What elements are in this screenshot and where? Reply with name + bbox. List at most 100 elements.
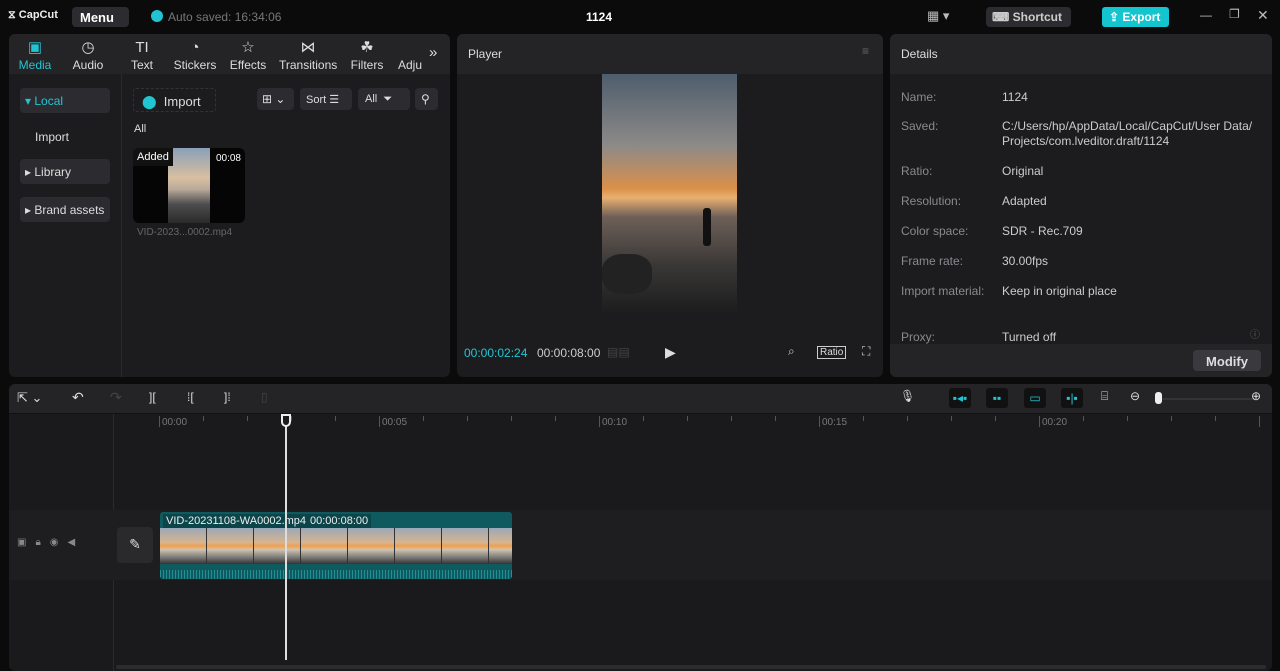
tab-media[interactable]: ▣ Media [17, 38, 53, 72]
ruler-tick [1039, 416, 1040, 427]
zoom-fit-icon[interactable]: ⌕ [788, 344, 795, 359]
sidebar-item-import[interactable]: Import [35, 130, 69, 144]
sort-button[interactable]: Sort ☰ [300, 88, 352, 110]
import-label: Import [163, 94, 201, 109]
tab-adjust[interactable]: Adju [398, 38, 422, 72]
video-clip[interactable]: VID-20231108-WA0002.mp4 00:00:08:00 [160, 512, 512, 579]
detail-label: Proxy: [901, 330, 936, 344]
lock-icon[interactable]: 🔒︎ [35, 537, 49, 548]
sidebar-item-brand-assets[interactable]: ▸ Brand assets [20, 197, 110, 222]
stickers-icon: ◔ [190, 39, 200, 56]
tab-audio[interactable]: ◷ Audio [69, 38, 107, 72]
sidebar-item-local[interactable]: ▾ Local [20, 88, 110, 113]
ruler-tick [1083, 416, 1084, 421]
tab-transitions[interactable]: ⋈ Transitions [279, 38, 337, 72]
sidebar-item-library[interactable]: ▸ Library [20, 159, 110, 184]
magnet-icon[interactable]: ▪◂▪ [949, 388, 971, 408]
keyboard-icon: ⌨ [992, 10, 1010, 24]
detail-label: Import material: [901, 284, 985, 298]
ruler-tick [203, 416, 204, 421]
zoom-slider[interactable] [1155, 398, 1255, 400]
tab-label: Filters [350, 58, 384, 72]
sidebar-label: Brand assets [34, 203, 105, 217]
details-title: Details [901, 47, 938, 61]
select-tool-icon[interactable]: ⇱ ⌄ [17, 390, 42, 406]
help-icon[interactable]: ⓘ [1250, 326, 1260, 341]
sidebar-label: Library [34, 165, 72, 179]
ratio-button[interactable]: Ratio [817, 346, 847, 359]
playhead-handle[interactable] [280, 414, 291, 427]
timeline-toolbar: ⇱ ⌄ ↶ ↷ ][ ⁞[ ]⁞ ▯ 🎙 ▪◂▪ ▪▪ ▭ ▪|▪ ⌸ ⊖ ⊕ [9, 384, 1272, 414]
zoom-to-fit-icon[interactable]: ⌸ [1101, 389, 1108, 404]
microphone-icon[interactable]: 🎙 [900, 389, 915, 403]
delete-right-icon[interactable]: ]⁞ [224, 390, 231, 404]
tab-label: Effects [229, 58, 267, 72]
timeline-panel: ⇱ ⌄ ↶ ↷ ][ ⁞[ ]⁞ ▯ 🎙 ▪◂▪ ▪▪ ▭ ▪|▪ ⌸ ⊖ ⊕ … [9, 384, 1272, 671]
tab-label: Stickers [173, 58, 217, 72]
filter-label: All [365, 93, 378, 105]
search-button[interactable]: ⚲ [415, 88, 438, 110]
ruler-tick [907, 416, 908, 421]
media-tabs: ▣ Media ◷ Audio TI Text ◔ Stickers ☆ Effects … [9, 34, 450, 74]
autosave-status: Auto saved: 16:34:06 [168, 10, 282, 24]
effects-icon: ☆ [241, 39, 255, 56]
import-button[interactable]: ⬤ Import [133, 88, 216, 112]
shortcut-button[interactable]: ⌨ Shortcut [986, 7, 1071, 27]
tab-stickers[interactable]: ◔ Stickers [172, 38, 218, 72]
export-button[interactable]: ⇪ Export [1102, 7, 1169, 27]
capcut-logo: ⧖ CapCut [8, 9, 58, 21]
horizontal-scrollbar[interactable] [116, 665, 1266, 669]
undo-icon[interactable]: ↶ [72, 389, 84, 406]
tab-text[interactable]: TI Text [127, 38, 157, 72]
speaker-icon[interactable]: ◀︎ [68, 537, 85, 548]
split-icon[interactable]: ][ [149, 390, 156, 404]
track-cover-icon[interactable]: ▣ [17, 537, 35, 548]
delete-left-icon[interactable]: ⁞[ [187, 390, 194, 404]
pencil-icon: ✎ [129, 536, 141, 552]
detail-label: Ratio: [901, 164, 933, 178]
clip-name: VID-2023...0002.mp4 [137, 227, 233, 238]
zoom-out-icon[interactable]: ⊖ [1130, 389, 1140, 403]
view-toggle-button[interactable]: ⊞ ⌄ [257, 88, 294, 110]
close-icon[interactable]: ✕ [1257, 7, 1269, 24]
zoom-in-icon[interactable]: ⊕ [1251, 389, 1261, 403]
details-panel: Details Name: 1124 Saved: C:/Users/hp/AppDa… [890, 34, 1272, 377]
more-tabs-icon[interactable]: » [429, 44, 437, 61]
play-button[interactable]: ▶ [665, 344, 676, 361]
ruler-tick [775, 416, 776, 421]
tab-effects[interactable]: ☆ Effects [229, 38, 267, 72]
video-preview [602, 74, 737, 312]
minimize-icon[interactable]: — [1200, 8, 1212, 22]
restore-icon[interactable]: ❐ [1229, 7, 1240, 21]
text-icon: TI [135, 39, 149, 56]
time-ruler[interactable]: 00:00 00:05 00:10 00:15 00:20 [159, 414, 1269, 434]
media-clip-thumbnail[interactable]: Added 00:08 [133, 148, 245, 223]
detail-value: Keep in original place [1002, 284, 1117, 298]
auto-snap-icon[interactable]: ▪▪ [986, 388, 1008, 408]
playhead[interactable] [280, 414, 291, 660]
filter-icon: ⏷ [383, 93, 393, 105]
eye-icon[interactable]: ◉ [50, 537, 68, 548]
modify-button[interactable]: Modify [1193, 350, 1261, 371]
link-icon[interactable]: ▭ [1024, 388, 1046, 408]
logo-text: CapCut [18, 9, 58, 21]
detail-value: SDR - Rec.709 [1002, 224, 1083, 238]
tab-filters[interactable]: ☘ Filters [350, 38, 384, 72]
player-menu-icon[interactable]: ≡ [862, 44, 869, 58]
title-bar: ⧖ CapCut Menu ⌄ Auto saved: 16:34:06 112… [0, 0, 1280, 39]
detail-label: Color space: [901, 224, 969, 238]
menu-button[interactable]: Menu ⌄ [72, 7, 129, 39]
filter-button[interactable]: All ⏷ [358, 88, 410, 110]
fullscreen-icon[interactable]: ⛶ [862, 344, 870, 359]
zoom-slider-handle[interactable] [1155, 392, 1162, 404]
edit-cover-button[interactable]: ✎ [117, 527, 153, 563]
detail-value: 30.00fps [1002, 254, 1049, 268]
clip-thumbnails [160, 528, 512, 564]
detail-label: Resolution: [901, 194, 962, 208]
ruler-tick [379, 416, 380, 427]
preview-axis-icon[interactable]: ▪|▪ [1061, 388, 1083, 408]
clip-duration: 00:08 [215, 153, 241, 164]
check-icon [151, 10, 163, 22]
trash-icon: ▯ [261, 390, 268, 404]
layout-icon[interactable]: ▦ ▾ [927, 8, 949, 24]
